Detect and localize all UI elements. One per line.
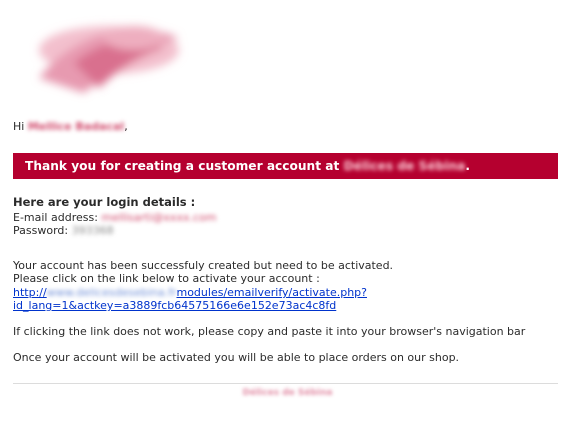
email-value: mellisarti@xxxx.com <box>101 211 217 224</box>
banner-shop-name: Délices de Sébina <box>343 159 466 173</box>
closing-text: Once your account will be activated you … <box>13 351 460 364</box>
login-details-heading: Here are your login details : <box>13 195 196 209</box>
footer-shop-name: Délices de Sébina <box>242 388 333 398</box>
shop-logo <box>14 8 204 106</box>
footer-divider <box>13 383 558 384</box>
activation-message-line2: Please click on the link below to activa… <box>13 272 320 285</box>
password-value: 393368 <box>71 224 114 237</box>
greeting-prefix: Hi <box>13 120 25 133</box>
link-host[interactable]: www.delicesdesebina.fr <box>47 286 177 299</box>
footer: Délices de Sébina <box>0 387 575 399</box>
password-label: Password: <box>13 224 69 237</box>
activation-link-line2[interactable]: id_lang=1&actkey=a3889fcb64575166e6e152e… <box>13 299 336 312</box>
email-label: E-mail address: <box>13 211 98 224</box>
link-path[interactable]: modules/emailverify/activate.php? <box>176 286 367 299</box>
password-detail: Password: 393368 <box>13 224 114 237</box>
shop-logo-icon <box>39 26 179 93</box>
activation-link[interactable]: http://www.delicesdesebina.frmodules/ema… <box>13 286 367 299</box>
customer-name: Mellice Badacal <box>27 120 125 133</box>
activation-link-continued[interactable]: id_lang=1&actkey=a3889fcb64575166e6e152e… <box>13 299 336 312</box>
banner-suffix: . <box>465 159 471 173</box>
help-text: If clicking the link does not work, plea… <box>13 325 526 338</box>
email-detail: E-mail address: mellisarti@xxxx.com <box>13 211 216 224</box>
activation-link-line1[interactable]: http://www.delicesdesebina.frmodules/ema… <box>13 286 367 299</box>
link-prefix[interactable]: http:// <box>13 286 47 299</box>
banner-text: Thank you for creating a customer accoun… <box>25 159 340 173</box>
thank-you-banner: Thank you for creating a customer accoun… <box>13 153 558 179</box>
activation-message-line1: Your account has been successfuly create… <box>13 259 394 272</box>
greeting-suffix: , <box>124 120 128 133</box>
greeting: Hi Mellice Badacal, <box>13 120 128 134</box>
